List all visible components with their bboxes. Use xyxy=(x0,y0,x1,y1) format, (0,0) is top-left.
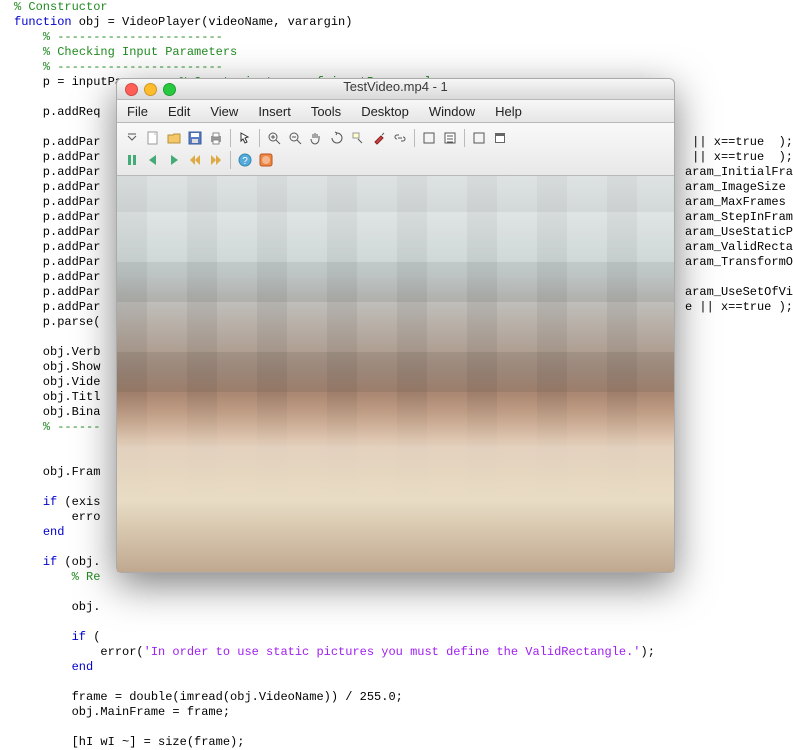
menu-insert[interactable]: Insert xyxy=(248,104,301,119)
arrow-icon[interactable] xyxy=(236,129,254,147)
menu-window[interactable]: Window xyxy=(419,104,485,119)
pan-icon[interactable] xyxy=(307,129,325,147)
link-icon[interactable] xyxy=(391,129,409,147)
maximize-icon[interactable] xyxy=(163,83,176,96)
menubar: FileEditViewInsertToolsDesktopWindowHelp xyxy=(117,100,674,123)
dropdown-icon[interactable] xyxy=(123,129,141,147)
zoom-out-icon[interactable] xyxy=(286,129,304,147)
print-icon[interactable] xyxy=(207,129,225,147)
menu-help[interactable]: Help xyxy=(485,104,532,119)
menu-tools[interactable]: Tools xyxy=(301,104,351,119)
menu-view[interactable]: View xyxy=(200,104,248,119)
rewind-icon[interactable] xyxy=(186,151,204,169)
rotate-icon[interactable] xyxy=(328,129,346,147)
expand-icon[interactable] xyxy=(470,129,488,147)
figure-window: TestVideo.mp4 - 1 FileEditViewInsertTool… xyxy=(116,78,675,573)
help-icon[interactable]: ? xyxy=(236,151,254,169)
toolbar-row-2: ? xyxy=(123,149,668,171)
pause-icon[interactable] xyxy=(123,151,141,169)
back-icon[interactable] xyxy=(144,151,162,169)
open-icon[interactable] xyxy=(165,129,183,147)
video-frame[interactable] xyxy=(117,176,674,572)
menu-edit[interactable]: Edit xyxy=(158,104,200,119)
svg-text:?: ? xyxy=(242,156,248,167)
window-title: TestVideo.mp4 - 1 xyxy=(343,79,448,94)
brush-icon[interactable] xyxy=(370,129,388,147)
new-icon[interactable] xyxy=(144,129,162,147)
zoom-in-icon[interactable] xyxy=(265,129,283,147)
dock-icon[interactable] xyxy=(491,129,509,147)
menu-file[interactable]: File xyxy=(117,104,158,119)
minimize-icon[interactable] xyxy=(144,83,157,96)
data-cursor-icon[interactable] xyxy=(349,129,367,147)
toolbar: ? xyxy=(117,123,674,176)
forward-icon[interactable] xyxy=(207,151,225,169)
toolbar-row-1 xyxy=(123,127,668,149)
traffic-lights[interactable] xyxy=(125,83,176,96)
save-icon[interactable] xyxy=(186,129,204,147)
colorbar-icon[interactable] xyxy=(420,129,438,147)
stop-icon[interactable] xyxy=(257,151,275,169)
close-icon[interactable] xyxy=(125,83,138,96)
play-icon[interactable] xyxy=(165,151,183,169)
titlebar[interactable]: TestVideo.mp4 - 1 xyxy=(117,79,674,100)
legend-icon[interactable] xyxy=(441,129,459,147)
menu-desktop[interactable]: Desktop xyxy=(351,104,419,119)
